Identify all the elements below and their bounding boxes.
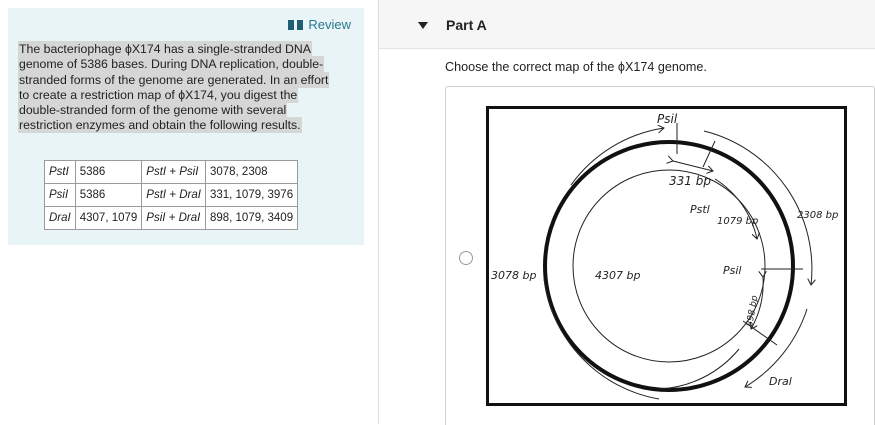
table-cell: PstI + PsiI [141,160,206,184]
label-psil-right: Psil [723,264,741,277]
answer-radio-button[interactable] [459,251,473,265]
problem-line: genome of 5386 bases. During DNA replica… [19,57,324,72]
arc-dral-outer [658,348,740,390]
problem-line: stranded forms of the genome are generat… [19,72,329,87]
table-cell: PstI [44,160,76,184]
pstl-site [702,140,716,168]
label-1079bp: 1079 bp [717,216,758,227]
label-dral: Dral [769,375,792,388]
problem-line: restriction enzymes and obtain the follo… [19,118,301,133]
label-331bp: 331 bp [669,174,711,188]
problem-line: to create a restriction map of ϕX174, yo… [19,87,298,102]
arc-3078-bottom [543,278,660,400]
label-psil-top: Psil [657,112,678,126]
part-title: Part A [446,17,487,33]
table-cell: PsiI [44,183,76,207]
table-row: PstI 5386 PstI + PsiI 3078, 2308 [44,160,299,184]
part-header[interactable]: Part A [379,0,875,49]
problem-line: The bacteriophage ϕX174 has a single-str… [19,42,311,56]
table-cell: 5386 [74,183,143,207]
book-icon [288,19,304,30]
table-cell: 5386 [74,160,143,184]
label-4307bp: 4307 bp [595,269,640,282]
arrow-331 [673,161,713,171]
review-link[interactable]: Review [288,17,351,32]
problem-panel: Review The bacteriophage ϕX174 has a sin… [8,8,364,245]
table-cell: PsiI + DraI [141,206,206,230]
label-2308bp: 2308 bp [797,210,838,221]
problem-line: double-stranded form of the genome with … [19,103,287,118]
table-row: DraI 4307, 1079 PsiI + DraI 898, 1079, 3… [44,206,299,230]
restriction-map-diagram: Psil 331 bp Pstl 1079 bp 2308 bp 3078 bp… [491,112,838,400]
arrow-1079 [714,178,757,239]
table-cell: PstI + DraI [141,183,206,207]
panel-divider [378,0,379,424]
table-cell: 3078, 2308 [204,160,299,184]
table-cell: 331, 1079, 3976 [204,183,299,207]
table-cell: 4307, 1079 [74,206,143,230]
label-pstl: Pstl [690,203,710,216]
table-row: PsiI 5386 PstI + DraI 331, 1079, 3976 [44,183,299,207]
problem-text: The bacteriophage ϕX174 has a single-str… [19,42,357,134]
review-label: Review [308,17,351,32]
table-cell: 898, 1079, 3409 [204,206,299,230]
question-text: Choose the correct map of the ϕX174 geno… [445,60,707,74]
collapse-caret-icon[interactable] [418,22,428,29]
label-898bp: 898 bp [745,295,760,328]
table-cell: DraI [44,206,76,230]
restriction-map-image: Psil 331 bp Pstl 1079 bp 2308 bp 3078 bp… [486,106,847,406]
results-table: PstI 5386 PstI + PsiI 3078, 2308 PsiI 53… [44,160,299,230]
label-3078bp: 3078 bp [491,269,536,282]
